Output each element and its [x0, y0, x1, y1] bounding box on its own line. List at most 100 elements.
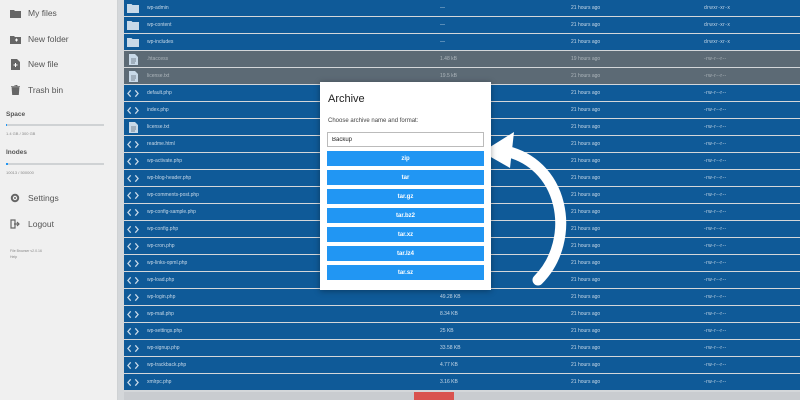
file-permissions: -rw-r--r-- [704, 124, 727, 130]
file-size: 4.77 KB [440, 362, 458, 368]
sidebar-item-label: Trash bin [28, 85, 64, 95]
file-size: — [440, 22, 445, 28]
sidebar-item-new-file[interactable]: New file [0, 52, 118, 76]
sidebar-item-my-files[interactable]: My files [0, 1, 118, 25]
code-icon [127, 224, 139, 234]
format-button-zip[interactable]: zip [327, 151, 484, 166]
file-permissions: -rw-r--r-- [704, 73, 727, 79]
file-permissions: -rw-r--r-- [704, 209, 727, 215]
file-row[interactable]: wp-admin — 21 hours ago drwxr-xr-x [124, 0, 800, 16]
sidebar-item-label: New folder [28, 34, 69, 44]
space-heading: Space [6, 111, 26, 118]
file-modified: 21 hours ago [571, 90, 601, 96]
folder-icon [127, 3, 139, 13]
file-modified: 21 hours ago [571, 107, 601, 113]
file-icon [127, 53, 139, 65]
format-button-tar-gz[interactable]: tar.gz [327, 189, 484, 204]
sidebar-item-new-folder[interactable]: New folder [0, 27, 118, 51]
file-permissions: -rw-r--r-- [704, 90, 727, 96]
file-permissions: drwxr-xr-x [704, 22, 731, 28]
help-link[interactable]: Help [10, 254, 110, 260]
code-icon [127, 258, 139, 268]
file-name: default.php [147, 90, 172, 96]
new-file-icon [6, 58, 24, 70]
format-button-tar-lz4[interactable]: tar.lz4 [327, 246, 484, 261]
file-name: xmlrpc.php [147, 379, 172, 385]
file-size: 8.34 KB [440, 311, 458, 317]
file-name: wp-admin [147, 5, 169, 11]
sidebar-item-settings[interactable]: Settings [0, 186, 118, 210]
file-name: wp-mail.php [147, 311, 174, 317]
file-permissions: -rw-r--r-- [704, 107, 727, 113]
file-name: license.txt [147, 124, 170, 130]
code-icon [127, 326, 139, 336]
file-row[interactable]: wp-mail.php 8.34 KB 21 hours ago -rw-r--r-- [124, 306, 800, 322]
trash-icon [6, 85, 24, 95]
folder-icon [127, 20, 139, 30]
file-row[interactable]: wp-login.php 49.28 KB 21 hours ago -rw-r--r… [124, 289, 800, 305]
file-icon [127, 121, 139, 133]
bottom-strip [124, 392, 800, 400]
dialog-hint: Choose archive name and format: [328, 118, 419, 124]
logout-icon [6, 219, 24, 229]
file-permissions: -rw-r--r-- [704, 141, 727, 147]
file-name: wp-settings.php [147, 328, 183, 334]
file-row[interactable]: xmlrpc.php 3.16 KB 21 hours ago -rw-r--r-- [124, 374, 800, 390]
folder-icon [127, 37, 139, 47]
folder-icon [6, 9, 24, 18]
format-button-tar[interactable]: tar [327, 170, 484, 185]
file-permissions: -rw-r--r-- [704, 175, 727, 181]
file-row[interactable]: .htaccess 1.48 kB 19 hours ago -rw-r--r-- [124, 51, 800, 67]
code-icon [127, 88, 139, 98]
sidebar-item-logout[interactable]: Logout [0, 212, 118, 236]
format-button-tar-bz2[interactable]: tar.bz2 [327, 208, 484, 223]
file-name: license.txt [147, 73, 170, 79]
sidebar-item-label: New file [28, 59, 59, 69]
sidebar: My files New folder New file Trash bin S… [0, 0, 118, 400]
code-icon [127, 241, 139, 251]
file-permissions: -rw-r--r-- [704, 226, 727, 232]
space-progress-bar [6, 124, 104, 126]
file-name: wp-links-opml.php [147, 260, 188, 266]
archive-name-input[interactable] [327, 132, 484, 147]
file-row[interactable]: wp-content — 21 hours ago drwxr-xr-x [124, 17, 800, 33]
file-row[interactable]: wp-settings.php 25 KB 21 hours ago -rw-r--r… [124, 323, 800, 339]
file-modified: 21 hours ago [571, 362, 601, 368]
file-name: wp-login.php [147, 294, 176, 300]
file-permissions: -rw-r--r-- [704, 56, 727, 62]
file-permissions: drwxr-xr-x [704, 5, 731, 11]
file-name: wp-content [147, 22, 172, 28]
file-permissions: -rw-r--r-- [704, 362, 727, 368]
file-name: .htaccess [147, 56, 169, 62]
file-permissions: -rw-r--r-- [704, 294, 727, 300]
code-icon [127, 343, 139, 353]
file-name: wp-includes [147, 39, 174, 45]
file-modified: 21 hours ago [571, 22, 601, 28]
new-folder-icon [6, 35, 24, 44]
file-row[interactable]: wp-signup.php 33.58 KB 21 hours ago -rw-r--… [124, 340, 800, 356]
file-size: 1.48 kB [440, 56, 457, 62]
file-name: wp-activate.php [147, 158, 183, 164]
file-row[interactable]: wp-trackback.php 4.77 KB 21 hours ago -rw-r… [124, 357, 800, 373]
file-icon [127, 70, 139, 82]
file-permissions: -rw-r--r-- [704, 158, 727, 164]
code-icon [127, 156, 139, 166]
code-icon [127, 105, 139, 115]
file-size: 3.16 KB [440, 379, 458, 385]
dialog-title: Archive [328, 93, 365, 105]
space-usage: 1.4 GB / 300 GB [6, 131, 36, 136]
sidebar-item-trash-bin[interactable]: Trash bin [0, 78, 118, 102]
code-icon [127, 275, 139, 285]
code-icon [127, 207, 139, 217]
format-button-tar-xz[interactable]: tar.xz [327, 227, 484, 242]
file-permissions: -rw-r--r-- [704, 277, 727, 283]
file-name: wp-cron.php [147, 243, 175, 249]
format-button-tar-sz[interactable]: tar.sz [327, 265, 484, 280]
inodes-usage: 10013 / 500000 [6, 170, 34, 175]
file-permissions: -rw-r--r-- [704, 311, 727, 317]
file-size: — [440, 39, 445, 45]
file-permissions: -rw-r--r-- [704, 379, 727, 385]
file-row[interactable]: wp-includes — 21 hours ago drwxr-xr-x [124, 34, 800, 50]
sidebar-footer: File Browser v2.0.16 Help [10, 248, 110, 260]
file-size: 25 KB [440, 328, 454, 334]
